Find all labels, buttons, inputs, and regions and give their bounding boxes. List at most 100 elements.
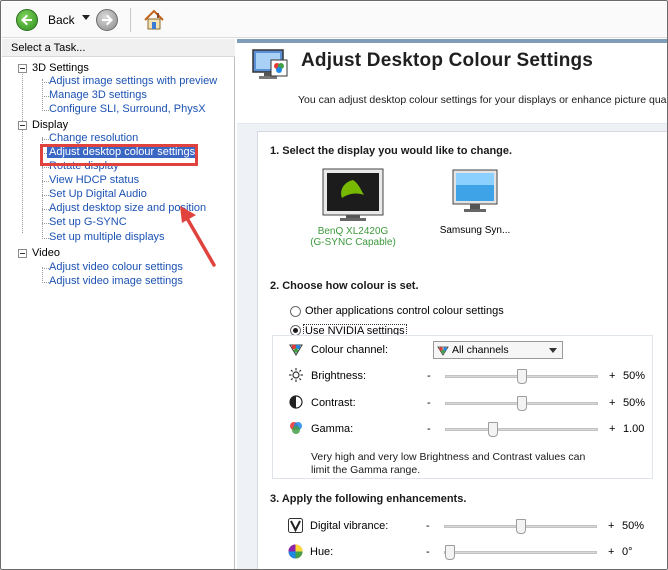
- annotation-arrow-icon: [180, 206, 216, 267]
- radio-other-applications[interactable]: [290, 306, 301, 317]
- gamma-icon: [290, 422, 302, 434]
- tree-tick: [42, 238, 49, 239]
- settings-card: 1. Select the display you would like to …: [257, 131, 667, 569]
- tree-tick: [42, 268, 49, 269]
- hue-slider[interactable]: [444, 545, 597, 560]
- collapse-icon[interactable]: [18, 120, 27, 130]
- tree-tick: [42, 139, 49, 140]
- hue-slider-thumb[interactable]: [445, 545, 455, 560]
- home-icon[interactable]: [142, 8, 166, 32]
- sidebar-item-g-sync[interactable]: Set up G-SYNC: [49, 216, 127, 228]
- toolbar-separator: [130, 8, 131, 32]
- gamma-value: 1.00: [623, 423, 645, 435]
- section-title-colour-method: 2. Choose how colour is set.: [270, 280, 419, 292]
- title-band-accent: [237, 39, 667, 43]
- radio-label-other-applications[interactable]: Other applications control colour settin…: [305, 305, 504, 317]
- tree-tick: [42, 167, 49, 168]
- digital-vibrance-slider[interactable]: [444, 519, 597, 534]
- chevron-down-icon: [549, 348, 557, 353]
- gamma-minus: -: [427, 423, 431, 435]
- tree-tick: [42, 195, 49, 196]
- tree-tick: [42, 282, 49, 283]
- tree-connector: [42, 79, 43, 109]
- section-title-select-display: 1. Select the display you would like to …: [270, 145, 513, 157]
- brightness-value: 50%: [623, 370, 646, 382]
- gamma-range-note: Very high and very low Brightness and Co…: [311, 451, 586, 476]
- tree-category-display[interactable]: Display: [18, 118, 68, 132]
- section-title-enhancements: 3. Apply the following enhancements.: [270, 493, 467, 505]
- dropdown-caret-icon[interactable]: [82, 15, 90, 20]
- sidebar-item-change-resolution[interactable]: Change resolution: [49, 132, 138, 144]
- collapse-icon[interactable]: [18, 248, 27, 258]
- digital-vibrance-value: 50%: [622, 520, 645, 532]
- main-content: Adjust Desktop Colour Settings You can a…: [237, 39, 668, 569]
- colour-channel-icon: [289, 344, 303, 356]
- tree-tick: [42, 223, 49, 224]
- digital-vibrance-plus: +: [608, 520, 615, 532]
- digital-vibrance-icon: [288, 518, 303, 533]
- back-button-label[interactable]: Back: [48, 13, 75, 27]
- gamma-slider-thumb[interactable]: [488, 422, 498, 437]
- task-header: Select a Task...: [2, 39, 235, 57]
- tree-category-3d-settings[interactable]: 3D Settings: [18, 61, 89, 75]
- tree-connector: [22, 69, 23, 233]
- sidebar-item-digital-audio[interactable]: Set Up Digital Audio: [49, 188, 147, 200]
- hue-label: Hue:: [310, 546, 334, 558]
- contrast-label: Contrast:: [311, 397, 356, 409]
- display-subname-benq: (G-SYNC Capable): [310, 237, 396, 248]
- sidebar-item-video-colour[interactable]: Adjust video colour settings: [49, 261, 183, 273]
- gamma-slider[interactable]: [445, 422, 598, 437]
- colour-channel-label: Colour channel:: [311, 344, 389, 356]
- tree-category-video[interactable]: Video: [18, 246, 60, 260]
- desktop-colour-monitor-icon: [252, 49, 288, 79]
- contrast-slider[interactable]: [445, 396, 598, 411]
- collapse-icon[interactable]: [18, 63, 27, 73]
- digital-vibrance-label: Digital vibrance:: [310, 520, 389, 532]
- all-channels-icon: [437, 346, 449, 356]
- contrast-icon: [289, 395, 303, 409]
- colour-channel-dropdown[interactable]: All channels: [433, 341, 563, 359]
- brightness-slider[interactable]: [445, 369, 598, 384]
- contrast-plus: +: [609, 397, 616, 409]
- hue-value: 0°: [622, 546, 633, 558]
- tree-tick: [42, 82, 49, 83]
- display-option-benq[interactable]: BenQ XL2420G (G-SYNC Capable): [308, 168, 398, 248]
- display-name-benq: BenQ XL2420G: [317, 226, 389, 237]
- contrast-slider-thumb[interactable]: [517, 396, 527, 411]
- sidebar-item-view-hdcp-status[interactable]: View HDCP status: [49, 174, 139, 186]
- digital-vibrance-slider-thumb[interactable]: [516, 519, 526, 534]
- description-band: You can adjust desktop colour settings f…: [237, 84, 668, 124]
- hue-plus: +: [608, 546, 615, 558]
- brightness-slider-thumb[interactable]: [517, 369, 527, 384]
- brightness-plus: +: [609, 370, 616, 382]
- brightness-label: Brightness:: [311, 370, 367, 382]
- colour-channel-value: All channels: [452, 344, 509, 356]
- tree-connector: [42, 267, 43, 283]
- sidebar-item-configure-sli[interactable]: Configure SLI, Surround, PhysX: [49, 103, 206, 115]
- toolbar: Back: [2, 2, 667, 38]
- monitor-selected-icon: [322, 168, 384, 221]
- annotation-highlight-box: [40, 144, 198, 166]
- gamma-plus: +: [609, 423, 616, 435]
- sidebar-item-adjust-image-settings[interactable]: Adjust image settings with preview: [49, 75, 217, 87]
- brightness-minus: -: [427, 370, 431, 382]
- sidebar-item-video-image[interactable]: Adjust video image settings: [49, 275, 183, 287]
- colour-settings-group: Colour channel: All channels Brightness:…: [272, 335, 653, 479]
- tree-tick: [42, 209, 49, 210]
- page-title: Adjust Desktop Colour Settings: [301, 50, 594, 71]
- back-arrow-icon[interactable]: [16, 9, 38, 31]
- sidebar-item-multiple-displays[interactable]: Set up multiple displays: [49, 231, 165, 243]
- brightness-icon: [289, 368, 303, 382]
- title-band: Adjust Desktop Colour Settings: [237, 39, 667, 84]
- display-option-samsung[interactable]: Samsung Syn...: [430, 168, 520, 236]
- tree-tick: [42, 110, 49, 111]
- page-description: You can adjust desktop colour settings f…: [298, 94, 668, 106]
- hue-icon: [288, 544, 303, 559]
- nvidia-control-panel-window: Back Select a Task... 3D Settings Adjust…: [0, 0, 668, 570]
- display-name-samsung: Samsung Syn...: [439, 225, 511, 236]
- contrast-minus: -: [427, 397, 431, 409]
- hue-minus: -: [426, 546, 430, 558]
- gamma-label: Gamma:: [311, 423, 354, 435]
- forward-arrow-icon[interactable]: [96, 9, 118, 31]
- sidebar-item-manage-3d-settings[interactable]: Manage 3D settings: [49, 89, 147, 101]
